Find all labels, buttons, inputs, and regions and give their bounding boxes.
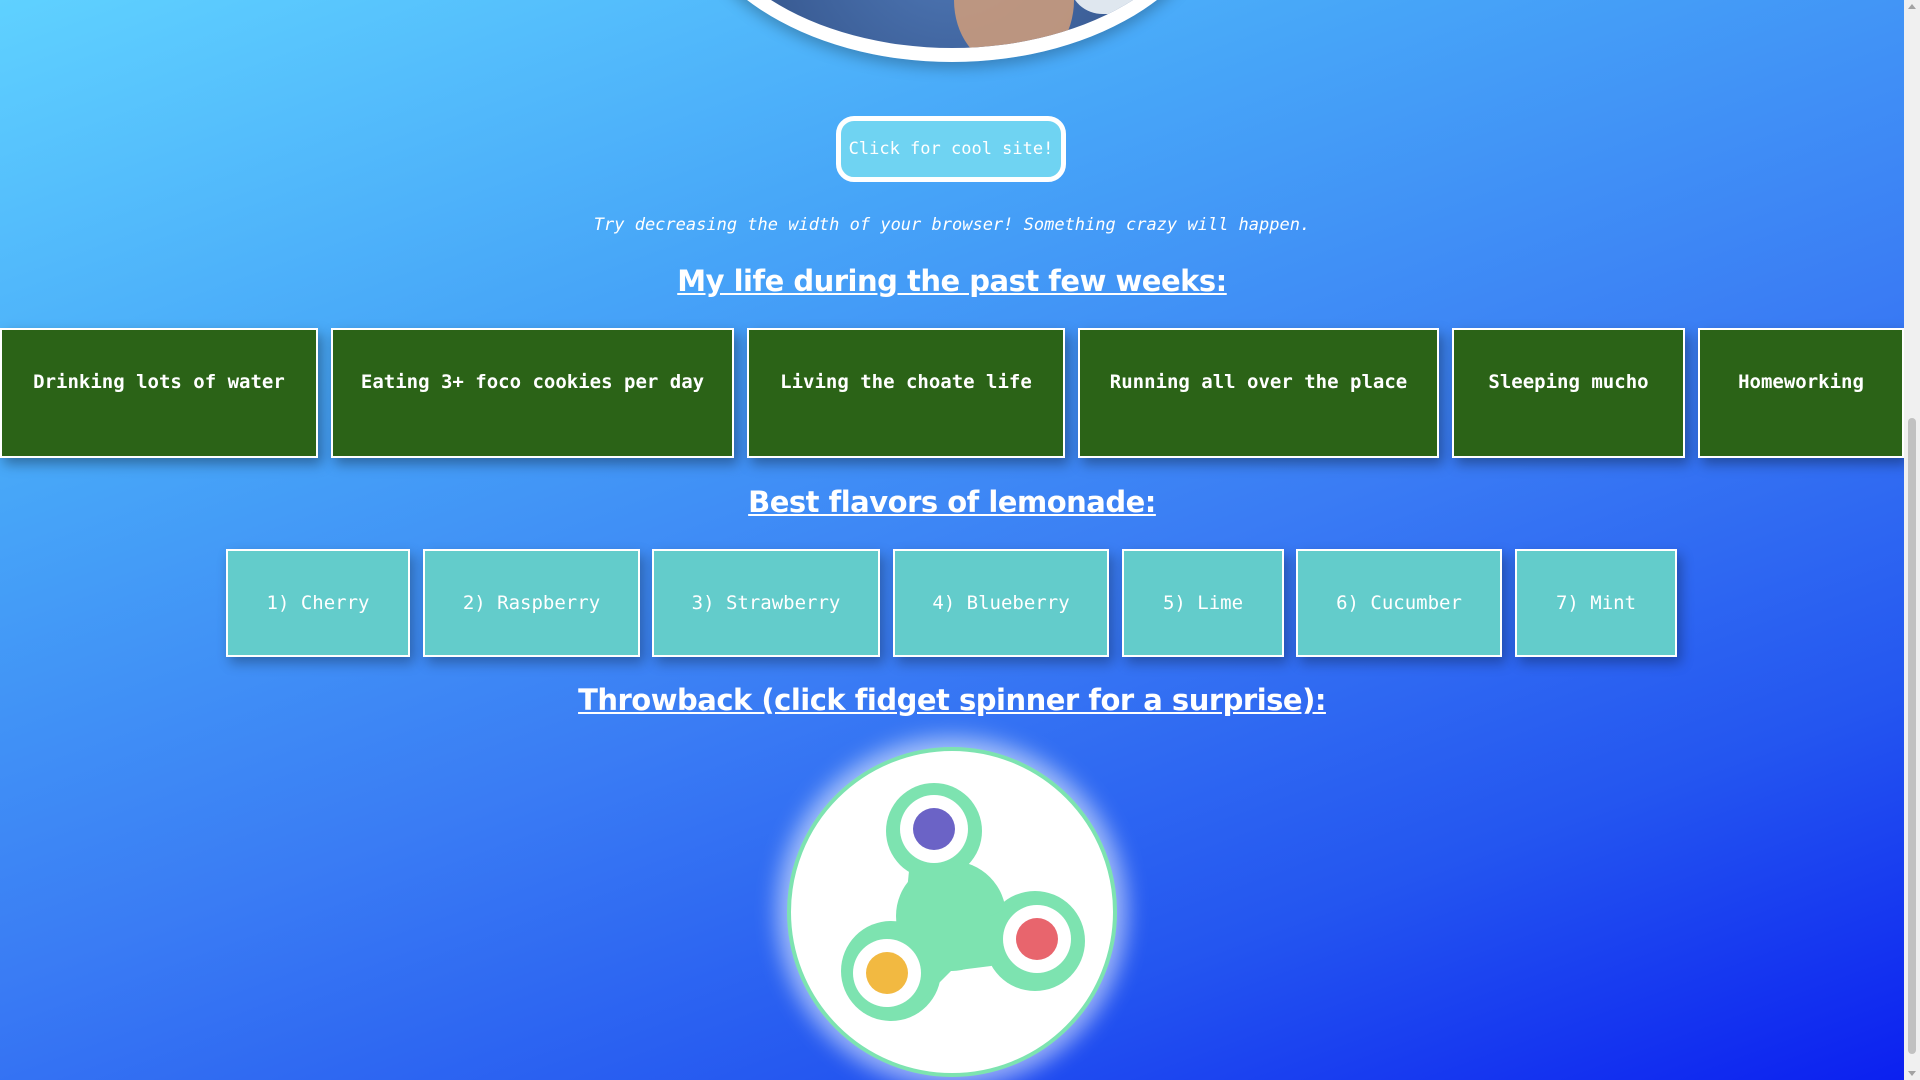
life-card: Running all over the place [1078,328,1439,458]
lemonade-card: 7) Mint [1515,549,1677,657]
fidget-spinner-button[interactable] [787,747,1117,1077]
profile-photo [680,0,1224,62]
life-card: Eating 3+ foco cookies per day [331,328,734,458]
life-section-title: My life during the past few weeks: [677,264,1227,298]
scroll-down-icon[interactable] [1908,1071,1916,1076]
lemonade-card: 6) Cucumber [1296,549,1502,657]
life-card: Drinking lots of water [0,328,318,458]
page-scrollbar[interactable] [1904,0,1920,1080]
lemonade-card: 3) Strawberry [652,549,880,657]
fidget-spinner-icon [841,783,1085,1021]
life-card: Living the choate life [747,328,1065,458]
scroll-up-icon[interactable] [1908,4,1916,9]
life-card: Sleeping mucho [1452,328,1685,458]
photo-person [954,0,1074,48]
resize-hint: Try decreasing the width of your browser… [593,215,1311,235]
lemonade-card: 1) Cherry [226,549,410,657]
lemonade-card: 4) Blueberry [893,549,1109,657]
lemonade-card: 5) Lime [1122,549,1284,657]
life-card: Homeworking [1698,328,1904,458]
page-viewport: Click for cool site! Try decreasing the … [0,0,1904,1080]
lemonade-card: 2) Raspberry [423,549,640,657]
cool-site-button[interactable]: Click for cool site! [836,116,1066,182]
lemonade-section-title: Best flavors of lemonade: [748,485,1156,519]
throwback-section-title: Throwback (click fidget spinner for a su… [578,683,1326,717]
photo-background-detail [1070,0,1180,14]
scrollbar-thumb[interactable] [1908,418,1916,1054]
